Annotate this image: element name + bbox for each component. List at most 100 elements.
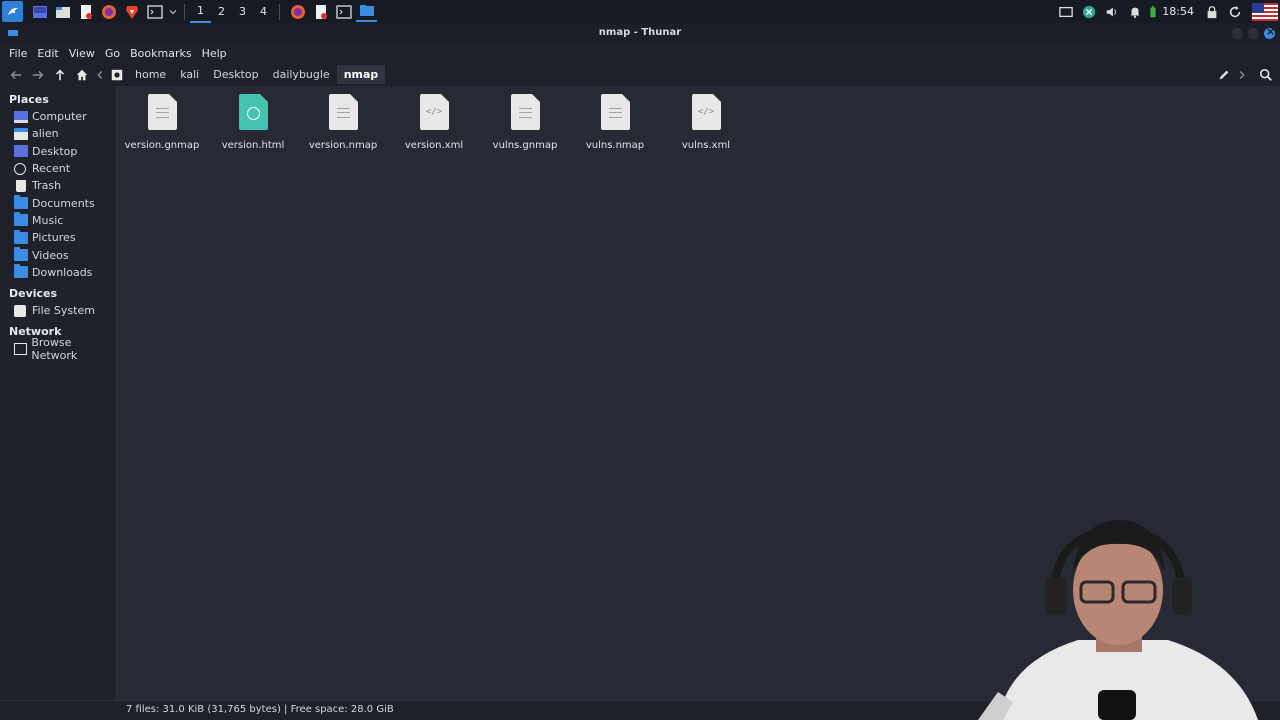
forward-button[interactable] <box>27 64 48 85</box>
breadcrumb-left-icon[interactable] <box>93 64 107 85</box>
breadcrumb-kali[interactable]: kali <box>173 65 206 84</box>
back-button[interactable] <box>5 64 26 85</box>
panel-separator <box>184 3 185 20</box>
sidebar-item-file-system[interactable]: File System <box>0 302 116 319</box>
up-button[interactable] <box>49 64 70 85</box>
menu-file[interactable]: File <box>4 47 32 60</box>
menu-bookmarks[interactable]: Bookmarks <box>125 47 196 60</box>
menubar: File Edit View Go Bookmarks Help <box>0 44 1280 63</box>
sidebar-item-label: Pictures <box>32 231 76 245</box>
file-name: version.gnmap <box>124 140 200 151</box>
clock[interactable]: 18:54 <box>1162 5 1194 18</box>
sidebar-item-alien[interactable]: alien <box>0 125 116 142</box>
root-folder-icon[interactable] <box>108 64 126 85</box>
window-title: nmap - Thunar <box>598 27 682 38</box>
text-file-icon <box>328 94 358 130</box>
text-file-icon <box>600 94 630 130</box>
sidebar-item-pictures[interactable]: Pictures <box>0 229 116 246</box>
kali-menu-icon[interactable] <box>2 1 23 22</box>
restart-icon[interactable] <box>1223 0 1246 23</box>
text-file-icon <box>147 94 177 130</box>
chevron-down-icon[interactable] <box>167 1 179 22</box>
trash-icon <box>16 179 26 192</box>
webcam-overlay <box>968 512 1280 720</box>
html-file-icon <box>238 94 268 130</box>
recent-icon <box>14 162 26 175</box>
sidebar-item-documents[interactable]: Documents <box>0 194 116 211</box>
menu-edit[interactable]: Edit <box>32 47 63 60</box>
drive-icon <box>14 304 26 317</box>
us-flag-icon[interactable] <box>1252 2 1278 21</box>
text-file-icon <box>510 94 540 130</box>
menu-go[interactable]: Go <box>100 47 125 60</box>
breadcrumb-home[interactable]: home <box>128 65 173 84</box>
minimize-button[interactable] <box>1232 28 1243 39</box>
sidebar-item-videos[interactable]: Videos <box>0 246 116 263</box>
sidebar-item-music[interactable]: Music <box>0 212 116 229</box>
update-icon[interactable] <box>1077 0 1100 23</box>
sidebar-item-label: Documents <box>32 196 95 210</box>
volume-icon[interactable] <box>1100 0 1123 23</box>
lock-icon[interactable] <box>1200 0 1223 23</box>
sidebar-item-recent[interactable]: Recent <box>0 160 116 177</box>
workspace-2[interactable]: 2 <box>211 0 232 23</box>
file-name: vulns.gnmap <box>492 140 558 151</box>
brave-icon[interactable] <box>121 1 142 22</box>
file-item[interactable]: version.html <box>208 94 298 151</box>
workspace-1[interactable]: 1 <box>190 0 211 23</box>
terminal-icon[interactable] <box>144 1 165 22</box>
sidebar-item-label: Trash <box>32 179 62 193</box>
sidebar-item-label: Videos <box>32 248 69 262</box>
workspace-3[interactable]: 3 <box>232 0 253 23</box>
sidebar-item-desktop[interactable]: Desktop <box>0 143 116 160</box>
sidebar-item-computer[interactable]: Computer <box>0 108 116 125</box>
menu-view[interactable]: View <box>64 47 100 60</box>
sidebar-item-downloads[interactable]: Downloads <box>0 264 116 281</box>
breadcrumb-nmap[interactable]: nmap <box>336 65 386 84</box>
sidebar-item-label: alien <box>32 127 59 141</box>
sidebar: Places Computer alien Desktop Recent Tra… <box>0 86 117 700</box>
text-editor-icon[interactable] <box>75 1 96 22</box>
sidebar-item-browse-network[interactable]: Browse Network <box>0 336 116 362</box>
firefox-icon[interactable] <box>98 1 119 22</box>
file-item[interactable]: </> vulns.xml <box>661 94 751 151</box>
terminal-task-icon[interactable] <box>333 1 354 22</box>
window-titlebar[interactable]: nmap - Thunar <box>0 23 1280 44</box>
toolbar-right <box>1212 63 1276 86</box>
file-item[interactable]: version.gnmap <box>117 94 207 151</box>
breadcrumb-desktop[interactable]: Desktop <box>206 65 265 84</box>
home-button[interactable] <box>71 64 92 85</box>
edit-location-icon[interactable] <box>1213 64 1234 85</box>
text-editor-task-icon[interactable] <box>310 1 331 22</box>
videos-folder-icon <box>14 247 28 262</box>
display-icon[interactable] <box>1054 0 1077 23</box>
devices-header: Devices <box>9 286 58 300</box>
system-tray: 18:54 <box>1054 0 1280 23</box>
xml-file-icon: </> <box>419 94 449 130</box>
file-name: version.nmap <box>308 140 378 151</box>
sidebar-item-label: File System <box>32 304 95 318</box>
file-manager-icon[interactable] <box>52 1 73 22</box>
file-item[interactable]: </> version.xml <box>389 94 479 151</box>
file-item[interactable]: version.nmap <box>298 94 388 151</box>
breadcrumb-dailybugle[interactable]: dailybugle <box>266 65 337 84</box>
sidebar-item-label: Downloads <box>32 265 93 279</box>
notification-bell-icon[interactable] <box>1123 0 1146 23</box>
close-button[interactable] <box>1264 25 1275 39</box>
workspace-4[interactable]: 4 <box>253 0 274 23</box>
status-text: 7 files: 31.0 KiB (31,765 bytes) | Free … <box>126 704 394 715</box>
file-item[interactable]: vulns.nmap <box>570 94 660 151</box>
network-icon <box>14 342 28 355</box>
sidebar-item-trash[interactable]: Trash <box>0 177 116 194</box>
menu-help[interactable]: Help <box>197 47 232 60</box>
file-name: vulns.xml <box>681 140 731 151</box>
file-name: vulns.nmap <box>585 140 645 151</box>
file-item[interactable]: vulns.gnmap <box>480 94 570 151</box>
desktop-icon[interactable] <box>29 1 50 22</box>
firefox-task-icon[interactable] <box>287 1 308 22</box>
desktop-folder-icon <box>14 145 28 158</box>
file-manager-task-icon[interactable] <box>356 1 377 22</box>
search-icon[interactable] <box>1255 64 1276 85</box>
breadcrumb-right-icon[interactable] <box>1235 64 1249 85</box>
maximize-button[interactable] <box>1248 28 1259 39</box>
